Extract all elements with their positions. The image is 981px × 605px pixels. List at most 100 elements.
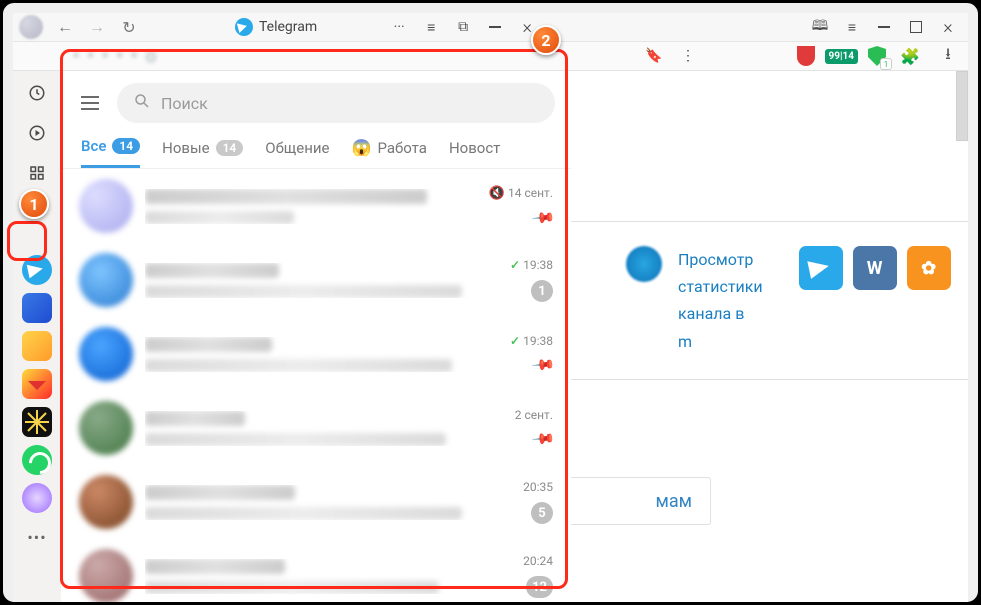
- back-button[interactable]: ←: [53, 15, 77, 39]
- pin-icon: 📌: [531, 426, 557, 452]
- chat-time: 20:35: [523, 480, 553, 494]
- tab-label: Новост: [449, 139, 500, 157]
- tab-close-button[interactable]: ×: [513, 13, 541, 41]
- check-icon: ✓: [510, 334, 520, 348]
- shield-extension[interactable]: 1: [868, 46, 886, 66]
- chat-avatar: [79, 549, 133, 603]
- menu-hamburger-button[interactable]: [77, 92, 103, 114]
- ublock-icon[interactable]: [797, 46, 815, 66]
- rail-more-button[interactable]: •••: [21, 521, 53, 553]
- page-content: Просмотр статистики канала в m W ✿ мам: [571, 71, 968, 605]
- profile-avatar[interactable]: [19, 15, 43, 39]
- chat-avatar: [79, 179, 133, 233]
- reload-button[interactable]: ↻: [117, 15, 141, 39]
- tab-new[interactable]: Новые 14: [162, 137, 243, 168]
- play-icon[interactable]: [21, 117, 53, 149]
- unread-badge: 12: [526, 576, 553, 598]
- forward-button[interactable]: →: [85, 15, 109, 39]
- side-rail: •••: [13, 71, 61, 605]
- chat-list[interactable]: 🔇14 сент. 📌 ✓19:38 1: [61, 169, 571, 605]
- apps-grid-icon[interactable]: [21, 157, 53, 189]
- chat-row[interactable]: 20:24 12: [61, 539, 571, 605]
- chat-row[interactable]: 2 сент. 📌: [61, 391, 571, 465]
- share-vk-icon[interactable]: W: [853, 246, 897, 290]
- chat-time: ✓19:38: [510, 258, 553, 272]
- search-placeholder: Поиск: [161, 94, 208, 113]
- telegram-icon: [235, 18, 253, 36]
- tab-title: Telegram: [259, 19, 317, 35]
- window-close-button[interactable]: ×: [934, 13, 962, 41]
- menu-button[interactable]: ≡: [838, 13, 866, 41]
- share-telegram-icon[interactable]: [799, 246, 843, 290]
- tab-label: Новые: [162, 139, 209, 157]
- chat-avatar: [79, 475, 133, 529]
- channel-avatar: [626, 246, 662, 282]
- rail-app-telegram[interactable]: [22, 255, 52, 285]
- search-icon: [133, 92, 151, 114]
- history-icon[interactable]: [21, 77, 53, 109]
- chat-time: 20:24: [523, 554, 553, 568]
- chat-avatar: [79, 253, 133, 307]
- reader-button[interactable]: 🕮: [806, 13, 834, 41]
- tab-more-button[interactable]: ···: [385, 13, 413, 41]
- window-maximize-button[interactable]: [902, 13, 930, 41]
- search-input[interactable]: Поиск: [117, 83, 555, 123]
- tab-chat[interactable]: Общение: [265, 137, 329, 168]
- pin-icon: 📌: [531, 205, 557, 231]
- stats-link[interactable]: Просмотр статистики канала в m: [678, 246, 763, 355]
- app-window: ← → ↻ Telegram ··· ≡ ⧉ × 🕮 ≡ × • • • • •…: [13, 13, 968, 592]
- rail-app-alice[interactable]: [22, 483, 52, 513]
- partial-card[interactable]: мам: [571, 477, 711, 525]
- muted-icon: 🔇: [489, 186, 505, 201]
- chat-time: 🔇14 сент.: [489, 186, 553, 201]
- address-blurred: • • • • • о: [73, 46, 158, 67]
- page-menu-button[interactable]: ⋮: [674, 42, 702, 70]
- chat-avatar: [79, 401, 133, 455]
- rail-app-whatsapp[interactable]: [22, 445, 52, 475]
- nav-group: ← → ↻: [53, 15, 141, 39]
- rail-app-spark[interactable]: [22, 407, 52, 437]
- chat-row[interactable]: 🔇14 сент. 📌: [61, 169, 571, 243]
- chat-row[interactable]: ✓19:38 1: [61, 243, 571, 317]
- tab-label: Работа: [377, 139, 427, 157]
- tab-count: 14: [216, 140, 244, 156]
- chat-row[interactable]: 20:35 5: [61, 465, 571, 539]
- stats-card[interactable]: Просмотр статистики канала в m W ✿: [571, 221, 968, 380]
- chat-time: ✓19:38: [510, 334, 553, 348]
- window-frame: ← → ↻ Telegram ··· ≡ ⧉ × 🕮 ≡ × • • • • •…: [0, 0, 981, 605]
- share-ok-icon[interactable]: ✿: [907, 246, 951, 290]
- tab-telegram[interactable]: Telegram: [235, 18, 317, 36]
- tab-work[interactable]: 😱 Работа: [352, 137, 427, 168]
- unread-badge: 5: [531, 502, 553, 524]
- tab-count: 14: [112, 138, 140, 154]
- chat-time: 2 сент.: [515, 408, 553, 422]
- rail-app-blue[interactable]: [22, 293, 52, 323]
- chat-avatar: [79, 327, 133, 381]
- pip-button[interactable]: ⧉: [449, 13, 477, 41]
- scrollbar[interactable]: [956, 71, 968, 141]
- title-bar: ← → ↻ Telegram ··· ≡ ⧉ × 🕮 ≡ ×: [13, 13, 968, 42]
- unread-badge: 1: [531, 280, 553, 302]
- tab-label: Все: [81, 137, 106, 155]
- bookmark-icon[interactable]: 🔖: [640, 42, 668, 70]
- tab-label: Общение: [265, 139, 329, 157]
- rail-app-orange[interactable]: [22, 331, 52, 361]
- scream-emoji-icon: 😱: [352, 138, 372, 157]
- extensions-button[interactable]: 🧩: [896, 42, 924, 70]
- tab-all[interactable]: Все 14: [81, 137, 140, 168]
- tab-list-button[interactable]: ≡: [417, 13, 445, 41]
- tab-news[interactable]: Новост: [449, 137, 500, 168]
- folder-tabs: Все 14 Новые 14 Общение 😱 Работа: [61, 133, 571, 169]
- rail-app-yandex-mail[interactable]: [22, 369, 52, 399]
- chat-row[interactable]: ✓19:38 📌: [61, 317, 571, 391]
- shield-count: 1: [880, 58, 892, 70]
- tab-minimize-button[interactable]: [481, 13, 509, 41]
- partial-card-text: мам: [656, 491, 693, 512]
- check-icon: ✓: [510, 258, 520, 272]
- pin-icon: 📌: [531, 352, 557, 378]
- window-minimize-button[interactable]: [870, 13, 898, 41]
- telegram-panel: Поиск Все 14 Новые 14 Общение: [61, 71, 571, 605]
- downloads-button[interactable]: ⭳: [934, 42, 962, 70]
- extension-counter-badge[interactable]: 99|14: [825, 49, 858, 64]
- address-bar-row: • • • • • о 🔖 ⋮ 99|14 1 🧩 ⭳: [13, 42, 968, 71]
